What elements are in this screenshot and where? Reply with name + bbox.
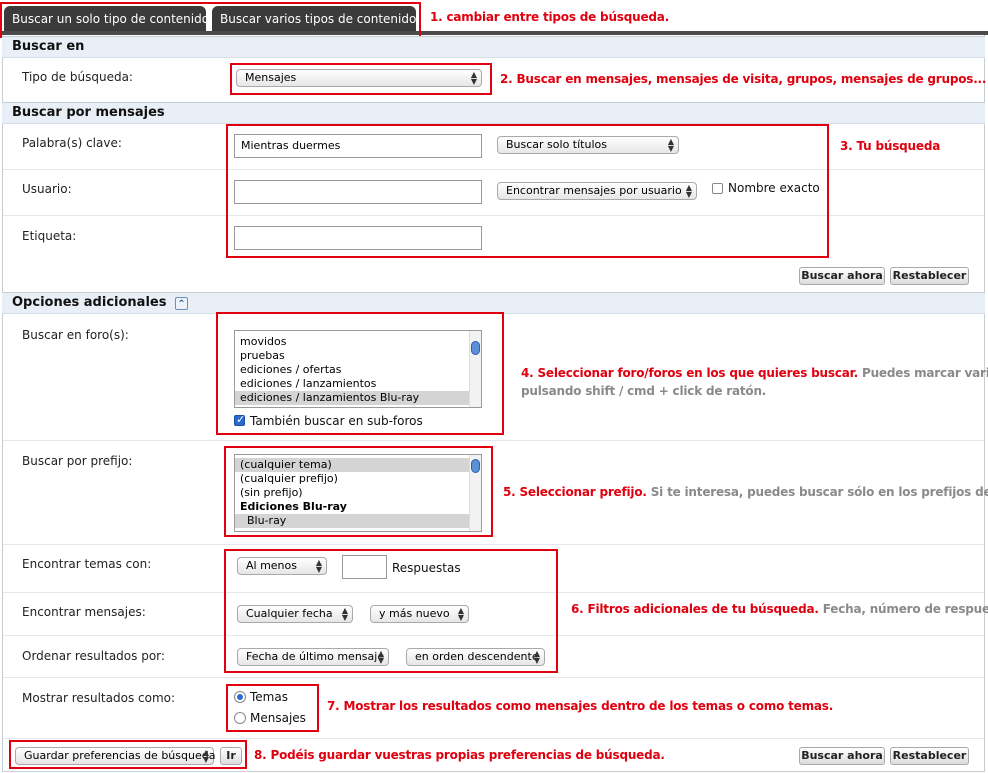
row-divider — [3, 677, 984, 678]
annotation-2: 2. Buscar en mensajes, mensajes de visit… — [500, 72, 987, 86]
annotation-box-3 — [226, 124, 829, 258]
section-buscar-mensajes-heading: Buscar por mensajes — [2, 102, 985, 124]
annotation-box-6 — [224, 549, 558, 673]
annotation-7: 7. Mostrar los resultados como mensajes … — [327, 699, 834, 713]
footer-divider — [3, 738, 984, 739]
annotation-6: 6. Filtros adicionales de tu búsqueda. F… — [571, 602, 988, 616]
annotation-8: 8. Podéis guardar vuestras propias prefe… — [254, 748, 665, 762]
annotation-5-gray: Si te interesa, puedes buscar sólo en lo… — [650, 485, 988, 499]
prefix-label: Buscar por prefijo: — [22, 454, 133, 468]
search-now-button-bottom[interactable]: Buscar ahora — [799, 747, 885, 765]
search-now-button-top[interactable]: Buscar ahora — [799, 267, 885, 285]
messages-label: Encontrar mensajes: — [22, 605, 146, 619]
annotation-box-4 — [216, 312, 504, 435]
row-divider — [3, 440, 984, 441]
annotation-6-gray: Fecha, número de respuestas... — [822, 602, 988, 616]
section-buscar-en-heading: Buscar en — [2, 36, 985, 58]
annotation-5: 5. Seleccionar prefijo. Si te interesa, … — [503, 485, 988, 499]
annotation-4-line2: pulsando shift / cmd + click de ratón. — [521, 384, 766, 398]
annotation-5-red: 5. Seleccionar prefijo. — [503, 485, 647, 499]
tag-label: Etiqueta: — [22, 229, 77, 243]
annotation-box-7 — [226, 684, 319, 732]
annotation-4-red: 4. Seleccionar foro/foros en los que qui… — [521, 366, 858, 380]
annotation-6-red: 6. Filtros adicionales de tu búsqueda. — [571, 602, 819, 616]
annotation-3: 3. Tu búsqueda — [840, 139, 941, 153]
annotation-box-8 — [9, 740, 247, 769]
user-label: Usuario: — [22, 182, 72, 196]
section-opciones-heading: Opciones adicionales ⌃ — [2, 292, 985, 314]
annotation-box-1 — [0, 2, 421, 38]
annotation-box-5 — [224, 446, 493, 537]
order-label: Ordenar resultados por: — [22, 649, 165, 663]
show-label: Mostrar resultados como: — [22, 691, 176, 705]
reset-button-bottom[interactable]: Restablecer — [890, 747, 969, 765]
tipo-busqueda-label: Tipo de búsqueda: — [22, 70, 133, 84]
annotation-4-gray-a: Puedes marcar varios — [861, 366, 988, 380]
annotation-4: 4. Seleccionar foro/foros en los que qui… — [521, 366, 988, 380]
forums-label: Buscar en foro(s): — [22, 328, 129, 342]
keywords-label: Palabra(s) clave: — [22, 136, 122, 150]
annotation-1: 1. cambiar entre tipos de búsqueda. — [430, 10, 670, 24]
annotation-4-gray-b: pulsando shift / cmd + click de ratón. — [521, 384, 767, 398]
opciones-heading-text: Opciones adicionales — [12, 295, 167, 310]
reset-button-top[interactable]: Restablecer — [890, 267, 969, 285]
annotation-box-2 — [230, 63, 492, 95]
collapse-icon[interactable]: ⌃ — [174, 297, 188, 310]
row-divider — [3, 544, 984, 545]
threads-label: Encontrar temas con: — [22, 557, 152, 571]
